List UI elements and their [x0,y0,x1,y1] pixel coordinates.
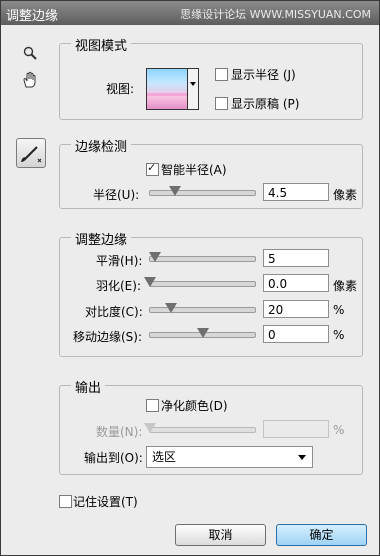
view-label: 视图: [106,82,135,96]
output-to-select[interactable]: 选区 [146,446,313,468]
smooth-slider[interactable] [149,252,256,262]
view-dropdown-arrow[interactable] [187,68,199,110]
amount-label: 数量(N): [96,425,143,439]
title-bar[interactable]: 调整边缘 思缘设计论坛 WWW.MISSYUAN.COM [1,1,379,25]
refine-radius-brush-icon[interactable] [16,138,46,168]
smart-radius-checkbox[interactable] [146,161,159,176]
decontaminate-colors-checkbox[interactable] [146,399,159,412]
chevron-down-icon [298,455,306,460]
amount-input[interactable] [263,420,329,438]
output-to-value: 选区 [152,450,177,464]
contrast-input[interactable]: 20 [263,300,329,318]
smart-radius-label: 智能半径(A) [161,163,227,177]
shift-edge-slider-thumb[interactable] [196,328,209,338]
show-original-label: 显示原稿 (P) [231,97,300,111]
hand-icon[interactable] [21,71,39,92]
refine-edge-dialog: 调整边缘 思缘设计论坛 WWW.MISSYUAN.COM 视图模式 视图: 显示… [0,0,380,556]
amount-slider-thumb[interactable] [144,423,156,433]
radius-slider[interactable] [149,186,256,196]
cancel-button[interactable]: 取消 [175,524,266,546]
view-preview-thumbnail[interactable] [146,68,188,110]
feather-unit: 像素 [333,279,358,293]
decontaminate-colors-label: 净化颜色(D) [161,399,228,413]
watermark-text: 思缘设计论坛 WWW.MISSYUAN.COM [180,8,371,21]
smooth-input[interactable]: 5 [263,249,329,267]
output-legend: 输出 [71,377,106,396]
shift-edge-input[interactable]: 0 [263,325,329,343]
feather-label: 羽化(E): [96,279,141,293]
view-mode-group [59,43,363,120]
radius-label: 半径(U): [93,188,140,202]
output-to-label: 输出到(O): [84,451,143,465]
view-mode-legend: 视图模式 [71,35,132,54]
remember-settings-label: 记住设置(T) [73,495,138,509]
radius-input[interactable]: 4.5 [263,183,329,201]
shift-edge-slider[interactable] [149,328,256,338]
feather-input[interactable]: 0.0 [263,274,329,292]
amount-unit: % [333,423,345,437]
zoom-icon[interactable] [23,46,37,63]
ok-button[interactable]: 确定 [276,524,367,546]
show-radius-checkbox[interactable] [215,68,228,81]
feather-slider-thumb[interactable] [144,277,156,287]
show-radius-label: 显示半径 (J) [231,68,296,82]
smooth-slider-thumb[interactable] [149,252,162,262]
show-original-checkbox[interactable] [215,97,228,110]
shift-edge-label: 移动边缘(S): [73,330,143,344]
remember-settings-checkbox[interactable] [59,495,72,508]
edge-detection-legend: 边缘检测 [71,136,132,155]
amount-slider[interactable] [144,423,256,433]
contrast-unit: % [333,303,345,317]
feather-slider[interactable] [144,277,256,287]
contrast-slider-thumb[interactable] [165,303,177,313]
smooth-label: 平滑(H): [96,254,143,268]
contrast-slider[interactable] [149,303,256,313]
dialog-title: 调整边缘 [6,9,59,24]
radius-slider-thumb[interactable] [169,186,182,196]
adjust-edge-legend: 调整边缘 [71,229,132,248]
radius-unit: 像素 [333,188,358,202]
contrast-label: 对比度(C): [85,305,143,319]
shift-edge-unit: % [333,328,345,342]
